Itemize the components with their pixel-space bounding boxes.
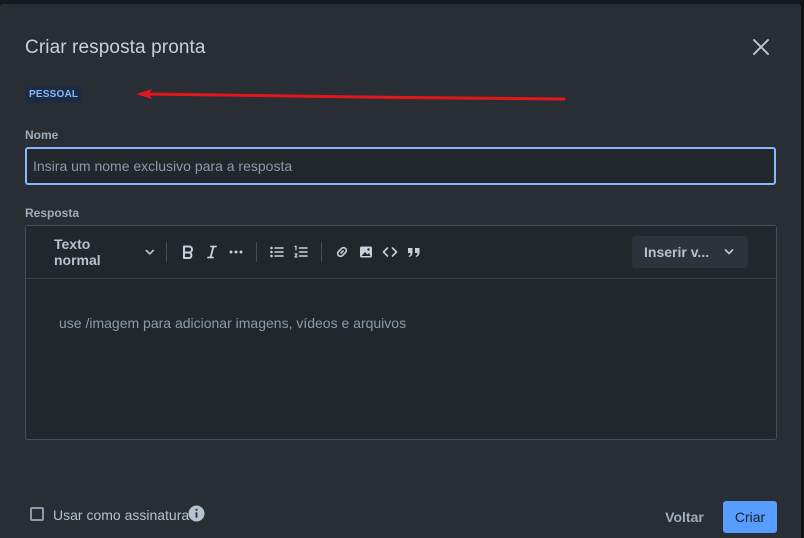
signature-checkbox-label[interactable]: Usar como assinatura bbox=[53, 507, 189, 523]
annotation-arrow bbox=[136, 89, 566, 101]
response-label: Resposta bbox=[25, 206, 80, 220]
code-button[interactable] bbox=[378, 240, 402, 264]
response-editor[interactable]: Texto normal Inserir v... use /imagem pa… bbox=[25, 225, 777, 440]
name-input[interactable] bbox=[25, 147, 776, 185]
dialog-title: Criar resposta pronta bbox=[25, 37, 206, 58]
bullet-list-button[interactable] bbox=[265, 240, 289, 264]
italic-icon bbox=[207, 245, 217, 259]
more-icon bbox=[229, 250, 243, 254]
code-icon bbox=[382, 247, 398, 257]
more-formatting-button[interactable] bbox=[224, 240, 248, 264]
toolbar-divider bbox=[256, 242, 257, 262]
editor-toolbar: Texto normal Inserir v... bbox=[26, 226, 776, 279]
link-icon bbox=[336, 246, 348, 258]
toolbar-divider bbox=[166, 242, 167, 262]
insert-label: Inserir v... bbox=[644, 244, 710, 260]
close-button[interactable] bbox=[748, 34, 774, 60]
text-style-dropdown[interactable]: Texto normal bbox=[46, 236, 158, 268]
close-icon bbox=[753, 39, 769, 55]
quote-icon bbox=[408, 248, 420, 257]
text-style-label: Texto normal bbox=[54, 236, 101, 268]
bold-icon bbox=[183, 245, 193, 259]
numbered-list-button[interactable] bbox=[289, 240, 313, 264]
numbered-list-icon bbox=[294, 245, 308, 258]
back-button[interactable]: Voltar bbox=[655, 501, 714, 533]
chevron-down-icon bbox=[145, 249, 155, 255]
editor-placeholder: use /imagem para adicionar imagens, víde… bbox=[59, 315, 407, 331]
personal-badge: PESSOAL bbox=[25, 87, 83, 103]
quote-button[interactable] bbox=[402, 240, 426, 264]
link-button[interactable] bbox=[330, 240, 354, 264]
image-button[interactable] bbox=[354, 240, 378, 264]
italic-button[interactable] bbox=[200, 240, 224, 264]
create-button[interactable]: Criar bbox=[723, 501, 777, 533]
chevron-down-icon bbox=[724, 249, 734, 255]
bullet-list-icon bbox=[270, 246, 284, 258]
name-label: Nome bbox=[25, 128, 59, 142]
toolbar-divider bbox=[321, 242, 322, 262]
insert-dropdown[interactable]: Inserir v... bbox=[632, 236, 748, 268]
bold-button[interactable] bbox=[176, 240, 200, 264]
create-canned-response-dialog: Criar resposta pronta PESSOAL Nome Respo… bbox=[0, 4, 801, 538]
info-icon[interactable] bbox=[188, 505, 205, 522]
signature-checkbox[interactable] bbox=[30, 507, 44, 521]
image-icon bbox=[360, 246, 372, 258]
